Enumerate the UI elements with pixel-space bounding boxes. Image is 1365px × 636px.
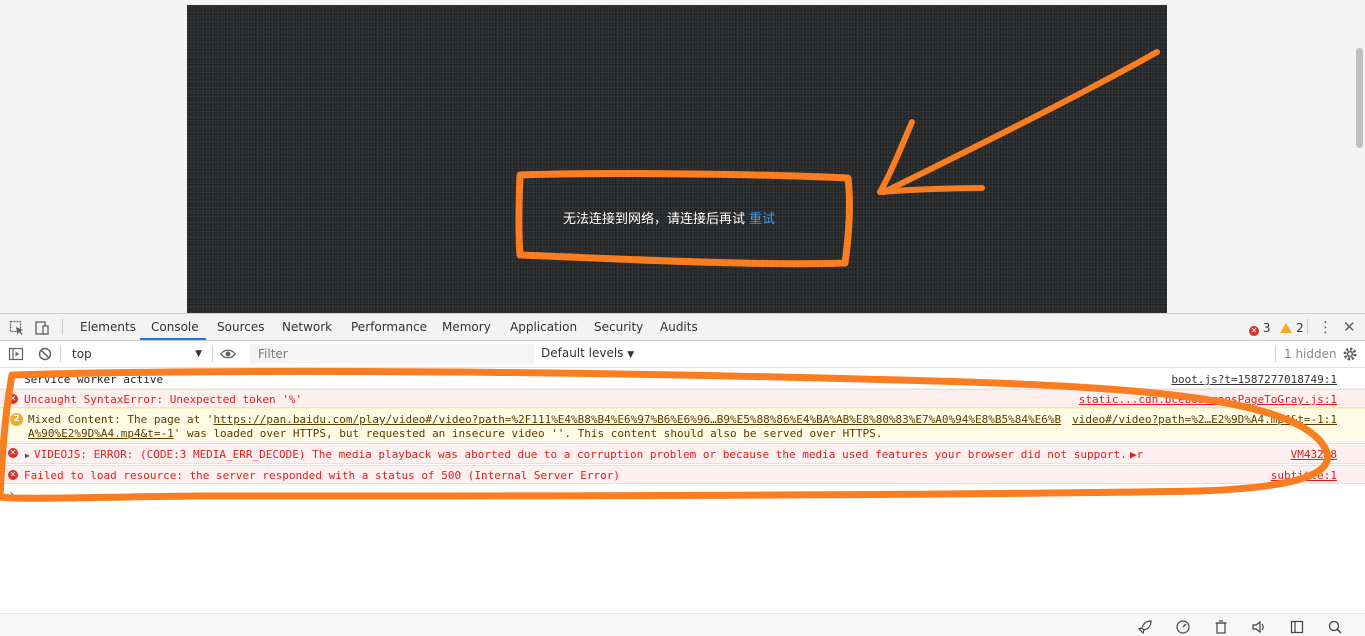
context-selector[interactable]: top ▼ bbox=[64, 345, 206, 363]
error-icon: ✕ bbox=[8, 394, 18, 404]
tab-elements[interactable]: Elements bbox=[80, 314, 136, 340]
bottom-bar bbox=[0, 613, 1365, 636]
warning-badge-icon: 2 bbox=[10, 413, 23, 426]
chevron-down-icon: ▼ bbox=[195, 349, 202, 359]
message-source-link[interactable]: video#/video?path=%2…E2%9D%A4.mp4&t=-1:1 bbox=[1072, 413, 1337, 426]
warning-count-icon bbox=[1280, 323, 1293, 333]
page-viewport: 无法连接到网络，请连接后再试 重试 bbox=[0, 0, 1365, 313]
tab-separator bbox=[62, 319, 63, 335]
issue-counts[interactable]: ✕ 3 2 bbox=[1249, 320, 1304, 336]
search-icon[interactable] bbox=[1327, 619, 1343, 635]
message-text: VIDEOJS: ERROR: (CODE:3 MEDIA_ERR_DECODE… bbox=[34, 448, 1127, 461]
active-tab-indicator bbox=[140, 338, 206, 340]
device-toolbar-icon[interactable] bbox=[34, 320, 50, 336]
tab-audits[interactable]: Audits bbox=[660, 314, 698, 340]
console-message-warning: 2 Mixed Content: The page at 'https://pa… bbox=[0, 408, 1365, 442]
message-text: Failed to load resource: the server resp… bbox=[24, 469, 621, 482]
gear-icon[interactable] bbox=[1342, 346, 1358, 362]
network-error-message: 无法连接到网络，请连接后再试 重试 bbox=[563, 208, 775, 227]
console-message-error: ✕ ▶ VIDEOJS: ERROR: (CODE:3 MEDIA_ERR_DE… bbox=[0, 443, 1365, 464]
kebab-menu-icon[interactable]: ⋮ bbox=[1318, 318, 1333, 336]
warning-count: 2 bbox=[1296, 321, 1304, 335]
expand-triangle-icon[interactable]: ▶ bbox=[25, 449, 30, 462]
tab-performance[interactable]: Performance bbox=[351, 314, 427, 340]
tab-network[interactable]: Network bbox=[282, 314, 332, 340]
message-text-suffix: ' was loaded over HTTPS, but requested a… bbox=[173, 427, 883, 440]
volume-icon[interactable] bbox=[1251, 619, 1267, 635]
trash-icon[interactable] bbox=[1213, 619, 1229, 635]
error-icon: ✕ bbox=[8, 470, 18, 480]
toolbar-separator bbox=[60, 346, 61, 362]
eye-icon[interactable] bbox=[220, 346, 236, 362]
retry-link[interactable]: 重试 bbox=[749, 212, 775, 227]
mixed-content-url[interactable]: https://pan.baidu.com/play/video#/video?… bbox=[213, 413, 1061, 426]
message-text: Service worker active bbox=[24, 373, 164, 386]
message-text-prefix: Mixed Content: The page at ' bbox=[28, 413, 214, 426]
console-message-log: Service worker active boot.js?t=15872770… bbox=[0, 371, 1365, 389]
window-icon[interactable] bbox=[1289, 619, 1305, 635]
console-toolbar: top ▼ Default levels ▼ 1 hidden bbox=[0, 341, 1365, 368]
clear-console-icon[interactable] bbox=[37, 346, 53, 362]
default-levels-dropdown[interactable]: Default levels ▼ bbox=[541, 346, 634, 360]
message-source-link[interactable]: boot.js?t=1587277018749:1 bbox=[1171, 373, 1337, 386]
console-message-error: ✕ Failed to load resource: the server re… bbox=[0, 465, 1365, 484]
error-count: 3 bbox=[1262, 321, 1271, 335]
console-message-error: ✕ Uncaught SyntaxError: Unexpected token… bbox=[0, 389, 1365, 408]
tab-sources[interactable]: Sources bbox=[217, 314, 264, 340]
toolbar-separator bbox=[1275, 346, 1276, 362]
network-error-text: 无法连接到网络，请连接后再试 bbox=[563, 212, 746, 227]
message-text-line2: A%90%E2%9D%A4.mp4&t=-1' was loaded over … bbox=[28, 427, 882, 440]
message-source-link[interactable]: VM432:8 bbox=[1291, 448, 1337, 461]
tab-application[interactable]: Application bbox=[510, 314, 577, 340]
video-player[interactable]: 无法连接到网络，请连接后再试 重试 bbox=[187, 5, 1167, 313]
tab-console[interactable]: Console bbox=[151, 314, 199, 340]
close-icon[interactable]: ✕ bbox=[1343, 318, 1356, 336]
sidebar-toggle-icon[interactable] bbox=[8, 346, 24, 362]
filter-input[interactable] bbox=[250, 344, 534, 364]
message-text: Mixed Content: The page at 'https://pan.… bbox=[28, 413, 1061, 426]
console-prompt[interactable]: › bbox=[8, 487, 15, 501]
tab-security[interactable]: Security bbox=[594, 314, 643, 340]
error-count-icon: ✕ bbox=[1249, 326, 1259, 336]
message-source-link[interactable]: subtitle:1 bbox=[1271, 469, 1337, 482]
hidden-count: 1 hidden bbox=[1284, 347, 1337, 361]
mixed-content-url-cont[interactable]: A%90%E2%9D%A4.mp4&t=-1 bbox=[28, 427, 174, 440]
inspect-icon[interactable] bbox=[9, 320, 25, 336]
message-source-link[interactable]: static...cdn.bcebos…ransPageToGray.js:1 bbox=[1079, 393, 1337, 406]
message-text: Uncaught SyntaxError: Unexpected token '… bbox=[24, 393, 303, 406]
speed-icon[interactable] bbox=[1175, 619, 1191, 635]
rocket-icon[interactable] bbox=[1137, 619, 1153, 635]
console-messages[interactable]: Service worker active boot.js?t=15872770… bbox=[0, 368, 1365, 613]
devtools-tab-bar: Elements Console Sources Network Perform… bbox=[0, 313, 1365, 341]
tab-separator bbox=[1307, 319, 1308, 335]
error-icon: ✕ bbox=[8, 448, 18, 458]
page-scrollbar-thumb[interactable] bbox=[1356, 48, 1363, 148]
tab-memory[interactable]: Memory bbox=[442, 314, 491, 340]
chevron-down-icon: ▼ bbox=[627, 350, 635, 360]
context-value: top bbox=[72, 347, 92, 361]
default-levels-label: Default levels bbox=[541, 346, 624, 360]
toolbar-separator bbox=[212, 346, 213, 362]
message-expander[interactable]: ▶r bbox=[1130, 448, 1143, 461]
